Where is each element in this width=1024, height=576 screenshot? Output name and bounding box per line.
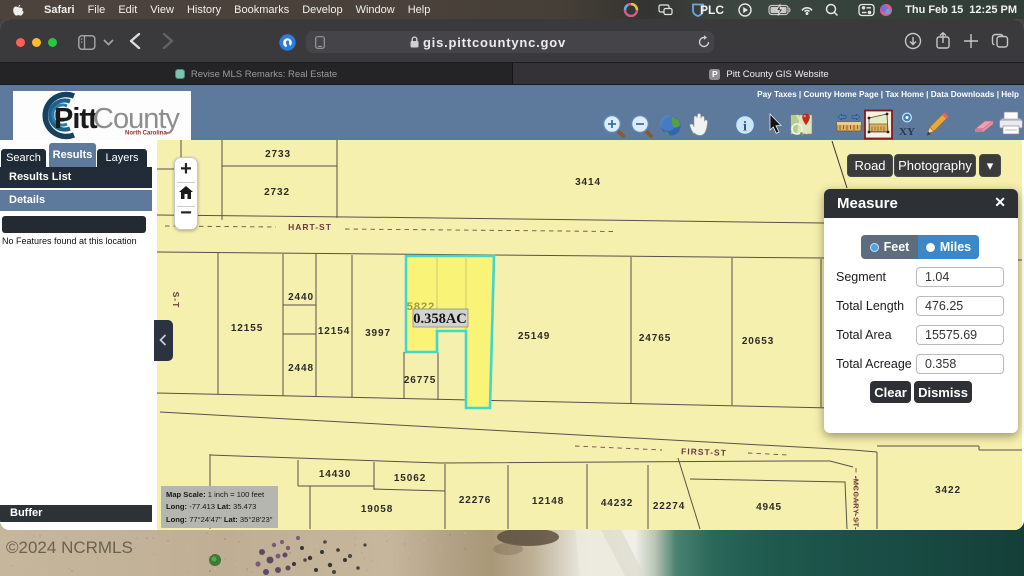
svg-text:24765: 24765 — [639, 333, 671, 344]
svg-text:FIRST-ST: FIRST-ST — [681, 446, 727, 458]
svg-text:15062: 15062 — [394, 473, 426, 484]
svg-text:3414: 3414 — [575, 177, 601, 188]
svg-text:2733: 2733 — [265, 149, 291, 160]
svg-text:12154: 12154 — [318, 326, 350, 337]
svg-text:12148: 12148 — [532, 496, 564, 507]
svg-text:25149: 25149 — [518, 331, 550, 342]
svg-text:-MCCARY-ST-: -MCCARY-ST- — [852, 476, 861, 530]
svg-text:44232: 44232 — [601, 498, 633, 509]
svg-text:0.358AC: 0.358AC — [413, 311, 467, 327]
svg-text:HART-ST: HART-ST — [288, 222, 332, 232]
svg-text:Pitt: Pitt — [54, 103, 98, 135]
svg-text:22276: 22276 — [459, 495, 491, 506]
svg-text:S-T: S-T — [171, 292, 181, 309]
svg-text:12155: 12155 — [231, 323, 263, 334]
svg-text:3997: 3997 — [365, 328, 391, 339]
svg-text:3422: 3422 — [935, 485, 961, 496]
svg-text:2732: 2732 — [264, 187, 290, 198]
svg-text:4945: 4945 — [756, 502, 782, 513]
svg-text:i: i — [743, 120, 747, 135]
svg-text:26775: 26775 — [404, 375, 436, 386]
svg-text:North Carolina: North Carolina — [125, 131, 167, 137]
svg-text:19058: 19058 — [361, 504, 393, 515]
svg-text:20653: 20653 — [742, 336, 774, 347]
svg-text:XY: XY — [899, 126, 915, 138]
svg-text:22274: 22274 — [653, 501, 685, 512]
svg-text:2448: 2448 — [288, 363, 314, 374]
svg-text:14430: 14430 — [319, 469, 351, 480]
svg-text:2440: 2440 — [288, 292, 314, 303]
